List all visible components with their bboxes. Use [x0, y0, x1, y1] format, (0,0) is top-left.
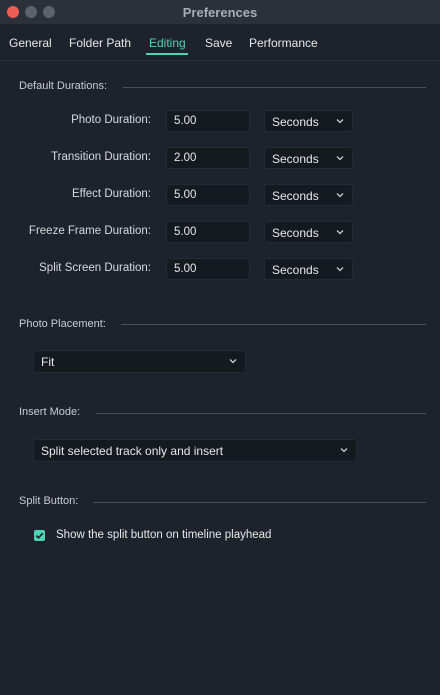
photo-duration-unit: Seconds — [272, 115, 319, 129]
section-divider — [121, 324, 426, 325]
section-divider — [96, 413, 426, 414]
chevron-down-icon — [335, 227, 345, 237]
title-bar: Preferences — [0, 0, 440, 24]
tab-bar: General Folder Path Editing Save Perform… — [0, 24, 440, 61]
checkmark-icon — [34, 530, 45, 541]
window-title: Preferences — [182, 5, 258, 20]
photo-duration-field[interactable]: 5.00 — [166, 110, 250, 132]
section-divider — [123, 87, 426, 88]
split-button-heading: Split Button: — [19, 495, 79, 507]
transition-duration-unit: Seconds — [272, 152, 319, 166]
photo-duration-label: Photo Duration: — [71, 114, 151, 126]
tab-folder-path[interactable]: Folder Path — [69, 36, 131, 50]
transition-duration-unit-select[interactable]: Seconds — [264, 147, 353, 169]
effect-duration-unit-select[interactable]: Seconds — [264, 184, 353, 206]
chevron-down-icon — [335, 153, 345, 163]
insert-mode-value: Split selected track only and insert — [41, 444, 224, 458]
insert-mode-select[interactable]: Split selected track only and insert — [33, 439, 357, 462]
effect-duration-field[interactable]: 5.00 — [166, 184, 250, 206]
chevron-down-icon — [335, 116, 345, 126]
chevron-down-icon — [228, 356, 238, 366]
freeze-frame-duration-unit: Seconds — [272, 226, 319, 240]
freeze-frame-duration-label: Freeze Frame Duration: — [28, 225, 151, 237]
tab-editing[interactable]: Editing — [149, 36, 186, 50]
photo-duration-unit-select[interactable]: Seconds — [264, 110, 353, 132]
tab-save[interactable]: Save — [205, 36, 232, 50]
split-screen-duration-field[interactable]: 5.00 — [166, 258, 250, 280]
photo-placement-heading: Photo Placement: — [19, 318, 106, 330]
section-divider — [93, 502, 426, 503]
active-tab-indicator — [146, 53, 188, 55]
tab-performance[interactable]: Performance — [249, 36, 318, 50]
freeze-frame-duration-unit-select[interactable]: Seconds — [264, 221, 353, 243]
split-button-checkbox-label[interactable]: Show the split button on timeline playhe… — [56, 529, 271, 541]
default-durations-heading: Default Durations: — [19, 80, 108, 92]
split-screen-duration-unit-select[interactable]: Seconds — [264, 258, 353, 280]
transition-duration-field[interactable]: 2.00 — [166, 147, 250, 169]
effect-duration-label: Effect Duration: — [71, 188, 151, 200]
photo-placement-select[interactable]: Fit — [33, 350, 246, 373]
chevron-down-icon — [335, 264, 345, 274]
photo-placement-value: Fit — [41, 355, 55, 369]
transition-duration-label: Transition Duration: — [51, 151, 151, 163]
effect-duration-unit: Seconds — [272, 189, 319, 203]
split-screen-duration-label: Split Screen Duration: — [39, 262, 151, 274]
insert-mode-heading: Insert Mode: — [19, 406, 81, 418]
chevron-down-icon — [335, 190, 345, 200]
split-screen-duration-unit: Seconds — [272, 263, 319, 277]
freeze-frame-duration-field[interactable]: 5.00 — [166, 221, 250, 243]
split-button-checkbox[interactable] — [34, 530, 45, 541]
chevron-down-icon — [339, 445, 349, 455]
tab-general[interactable]: General — [9, 36, 52, 50]
